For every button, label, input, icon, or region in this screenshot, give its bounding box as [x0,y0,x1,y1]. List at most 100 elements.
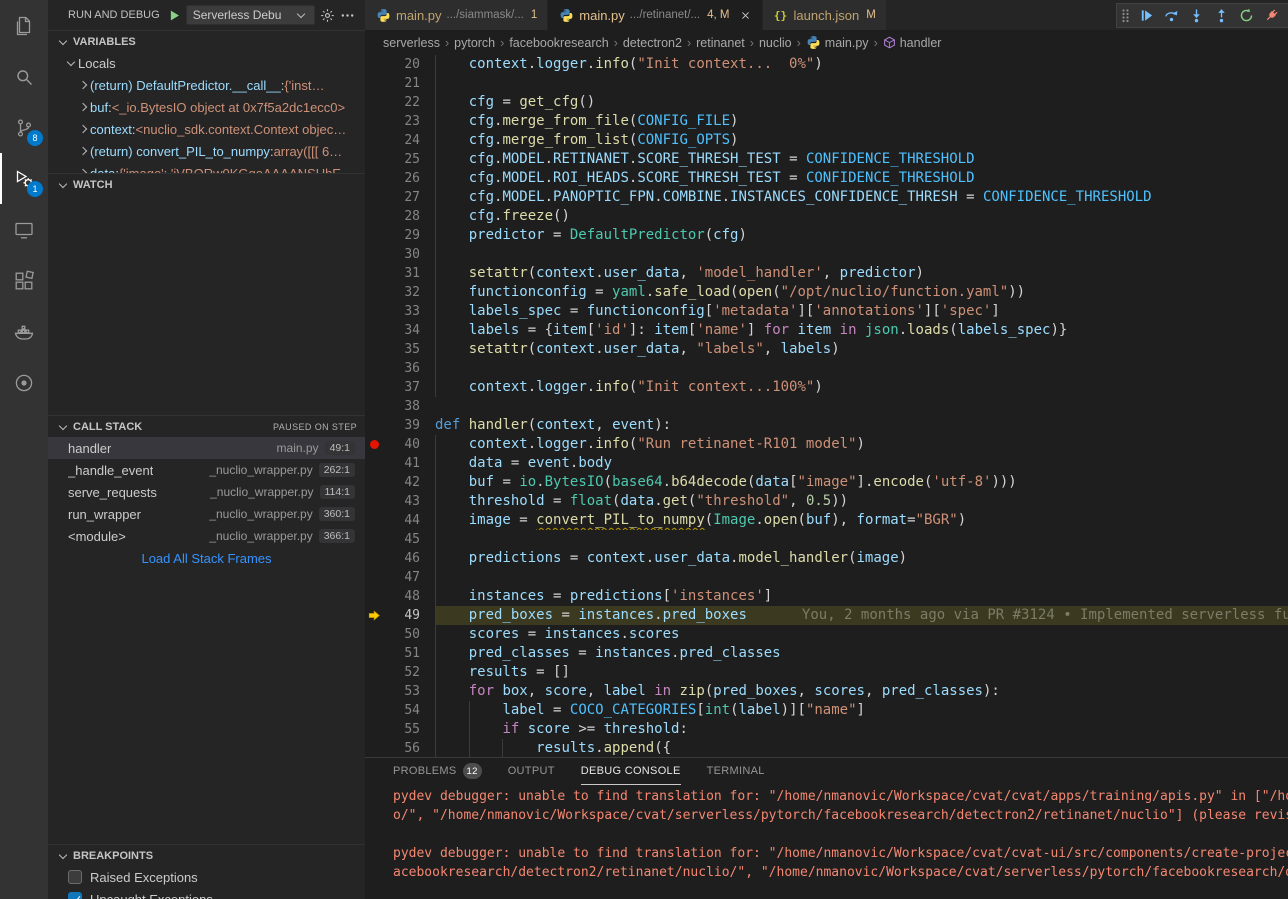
code-line[interactable]: 29 predictor = DefaultPredictor(cfg) [365,226,1288,245]
glyph-margin[interactable] [365,264,387,283]
code-line[interactable]: 32 functionconfig = yaml.safe_load(open(… [365,283,1288,302]
variables-scope-locals[interactable]: Locals [48,52,365,74]
call-stack-frame[interactable]: run_wrapper_nuclio_wrapper.py360:1 [48,503,365,525]
line-number[interactable]: 54 [387,701,420,720]
code-line[interactable]: 36 [365,359,1288,378]
code-line[interactable]: 55 if score >= threshold: [365,720,1288,739]
code-line[interactable]: 33 labels_spec = functionconfig['metadat… [365,302,1288,321]
code-line[interactable]: 25 cfg.MODEL.RETINANET.SCORE_THRESH_TEST… [365,150,1288,169]
gear-icon[interactable] [320,8,335,23]
line-content[interactable]: data = event.body [435,454,1288,473]
breadcrumb-item-nuclio[interactable]: nuclio [759,36,792,50]
glyph-margin[interactable] [365,55,387,74]
code-line[interactable]: 35 setattr(context.user_data, "labels", … [365,340,1288,359]
glyph-margin[interactable] [365,245,387,264]
breakpoint-icon[interactable] [370,440,379,449]
code-line[interactable]: 20 context.logger.info("Init context... … [365,55,1288,74]
variable-row[interactable]: data: {'image': 'iVBORw0KGgoAAAANSUhE… [48,162,365,173]
variable-row[interactable]: context: <nuclio_sdk.context.Context obj… [48,118,365,140]
code-line[interactable]: 30 [365,245,1288,264]
line-content[interactable] [435,397,1288,416]
line-number[interactable]: 47 [387,568,420,587]
breadcrumb-item-handler[interactable]: handler [883,36,942,50]
call-stack-frame[interactable]: handlermain.py49:1 [48,437,365,459]
line-content[interactable]: pred_classes = instances.pred_classes [435,644,1288,663]
line-number[interactable]: 29 [387,226,420,245]
glyph-margin[interactable] [365,207,387,226]
glyph-margin[interactable] [365,74,387,93]
code-line[interactable]: 52 results = [] [365,663,1288,682]
line-content[interactable]: predictor = DefaultPredictor(cfg) [435,226,1288,245]
code-editor[interactable]: 20 context.logger.info("Init context... … [365,55,1288,757]
line-content[interactable]: cfg.MODEL.PANOPTIC_FPN.COMBINE.INSTANCES… [435,188,1288,207]
line-content[interactable]: setattr(context.user_data, 'model_handle… [435,264,1288,283]
line-number[interactable]: 35 [387,340,420,359]
search-icon[interactable] [0,51,48,102]
line-number[interactable]: 40 [387,435,420,454]
glyph-margin[interactable] [365,378,387,397]
line-number[interactable]: 36 [387,359,420,378]
line-number[interactable]: 46 [387,549,420,568]
code-line[interactable]: 28 cfg.freeze() [365,207,1288,226]
code-line[interactable]: 43 threshold = float(data.get("threshold… [365,492,1288,511]
line-number[interactable]: 42 [387,473,420,492]
code-line[interactable]: 40 context.logger.info("Run retinanet-R1… [365,435,1288,454]
start-debugging-icon[interactable] [168,9,181,22]
line-number[interactable]: 55 [387,720,420,739]
glyph-margin[interactable] [365,397,387,416]
source-control-icon[interactable]: 8 [0,102,48,153]
line-number[interactable]: 49 [387,606,420,625]
code-line[interactable]: 45 [365,530,1288,549]
glyph-margin[interactable] [365,473,387,492]
line-number[interactable]: 43 [387,492,420,511]
line-number[interactable]: 26 [387,169,420,188]
editor-tab-main.py[interactable]: main.py.../retinanet/...4, M [548,0,762,30]
glyph-margin[interactable] [365,93,387,112]
line-number[interactable]: 39 [387,416,420,435]
line-number[interactable]: 51 [387,644,420,663]
continue-button[interactable] [1135,5,1157,27]
glyph-margin[interactable] [365,416,387,435]
glyph-margin[interactable] [365,644,387,663]
line-content[interactable]: for box, score, label in zip(pred_boxes,… [435,682,1288,701]
breakpoints-section-header[interactable]: BREAKPOINTS [48,844,365,866]
line-number[interactable]: 52 [387,663,420,682]
glyph-margin[interactable] [365,587,387,606]
line-number[interactable]: 56 [387,739,420,757]
glyph-margin[interactable] [365,188,387,207]
line-content[interactable]: functionconfig = yaml.safe_load(open("/o… [435,283,1288,302]
line-content[interactable]: label = COCO_CATEGORIES[int(label)]["nam… [435,701,1288,720]
breadcrumb-item-main.py[interactable]: main.py [806,35,869,50]
line-number[interactable]: 45 [387,530,420,549]
toolbar-grip-icon[interactable] [1120,8,1131,24]
glyph-margin[interactable] [365,112,387,131]
glyph-margin[interactable] [365,302,387,321]
code-line[interactable]: 46 predictions = context.user_data.model… [365,549,1288,568]
line-content[interactable]: labels_spec = functionconfig['metadata']… [435,302,1288,321]
glyph-margin[interactable] [365,150,387,169]
line-content[interactable]: cfg.merge_from_list(CONFIG_OPTS) [435,131,1288,150]
code-line[interactable]: 34 labels = {item['id']: item['name'] fo… [365,321,1288,340]
plugin-circle-icon[interactable] [0,357,48,408]
code-line[interactable]: 42 buf = io.BytesIO(base64.b64decode(dat… [365,473,1288,492]
glyph-margin[interactable] [365,625,387,644]
line-number[interactable]: 41 [387,454,420,473]
line-number[interactable]: 34 [387,321,420,340]
line-number[interactable]: 38 [387,397,420,416]
line-number[interactable]: 32 [387,283,420,302]
panel-tab-output[interactable]: OUTPUT [508,758,555,785]
code-line[interactable]: 53 for box, score, label in zip(pred_box… [365,682,1288,701]
code-line[interactable]: 31 setattr(context.user_data, 'model_han… [365,264,1288,283]
glyph-margin[interactable] [365,568,387,587]
line-content[interactable]: pred_boxes = instances.pred_boxesYou, 2 … [435,606,1288,625]
call-stack-frame[interactable]: _handle_event_nuclio_wrapper.py262:1 [48,459,365,481]
load-all-stack-frames-link[interactable]: Load All Stack Frames [48,547,365,569]
line-content[interactable]: cfg.MODEL.RETINANET.SCORE_THRESH_TEST = … [435,150,1288,169]
remote-explorer-icon[interactable] [0,204,48,255]
code-line[interactable]: 44 image = convert_PIL_to_numpy(Image.op… [365,511,1288,530]
more-actions-icon[interactable] [340,8,355,23]
line-number[interactable]: 21 [387,74,420,93]
call-stack-frame[interactable]: serve_requests_nuclio_wrapper.py114:1 [48,481,365,503]
close-icon[interactable] [739,9,752,22]
line-content[interactable]: threshold = float(data.get("threshold", … [435,492,1288,511]
